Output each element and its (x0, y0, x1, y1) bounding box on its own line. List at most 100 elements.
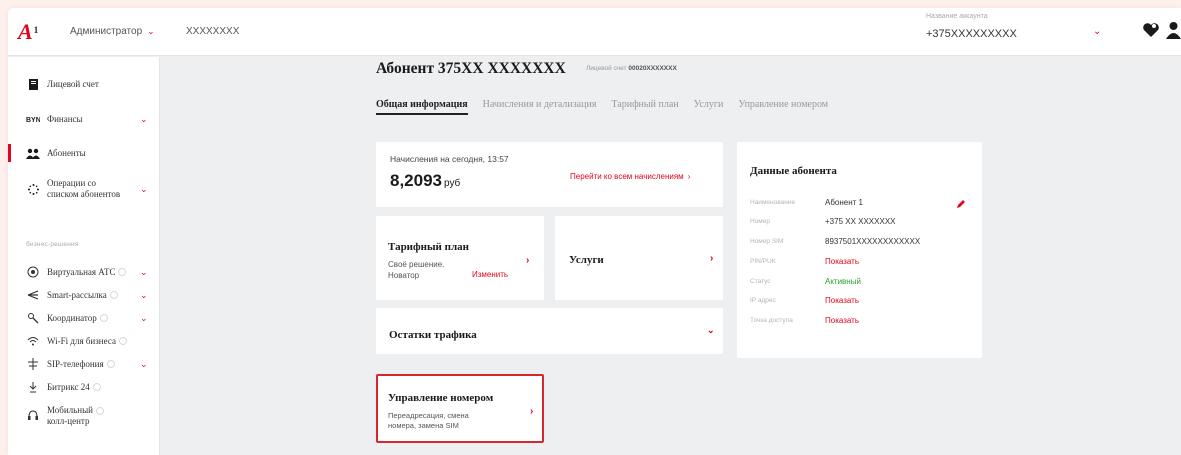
chevron-down-icon: ⌄ (140, 358, 148, 369)
sidebar-item-virtual-pbx[interactable]: Виртуальная АТС ⌄ (8, 265, 160, 279)
account-chevron-down-icon[interactable]: ⌄ (1093, 26, 1101, 37)
chevron-down-icon: ⌄ (147, 26, 155, 36)
tab-charges-details[interactable]: Начисления и детализация (483, 99, 597, 110)
chevron-right-icon: › (710, 253, 714, 264)
coordinator-icon (26, 311, 40, 325)
broadcast-icon (26, 288, 40, 302)
tab-general-info[interactable]: Общая информация (376, 99, 468, 115)
sidebar-item-bulk-operations[interactable]: Операции со списком абонентов ⌄ (8, 175, 160, 203)
traffic-balance-card[interactable]: Остатки трафика ⌄ (376, 308, 723, 354)
charges-card: Начисления на сегодня, 13:57 8,2093 руб П… (376, 142, 723, 207)
sidebar-item-subscribers[interactable]: Абоненты (8, 144, 160, 162)
chevron-down-icon: ⌄ (140, 312, 148, 323)
subscriber-row-apn: Точка доступа Показать (750, 316, 860, 325)
services-card[interactable]: Услуги › (555, 216, 723, 300)
info-icon[interactable] (95, 407, 104, 415)
number-management-desc: Переадресация, смена номера, замена SIM (388, 411, 469, 430)
tab-tariff-plan[interactable]: Тарифный план (611, 99, 678, 110)
tab-bar: Общая информация Начисления и детализаци… (376, 99, 843, 115)
number-management-card[interactable]: Управление номером Переадресация, смена н… (376, 374, 544, 443)
subscriber-row-number: Номер +375 XX XXXXXXX (750, 217, 896, 226)
sidebar-item-label: Мобильный колл-центр (47, 405, 93, 426)
sidebar-item-label: Финансы (47, 114, 83, 124)
info-icon[interactable] (99, 314, 108, 322)
info-icon[interactable] (118, 337, 127, 345)
account-name-label: Название аккаунта (926, 13, 988, 20)
number-management-title: Управление номером (388, 392, 494, 404)
show-pinpuk-link[interactable]: Показать (825, 257, 859, 266)
contract-number[interactable]: XXXXXXXX (186, 26, 239, 37)
subscriber-card-title: Данные абонента (750, 165, 837, 177)
subscriber-row-sim: Номер SIM 8937501XXXXXXXXXXXX (750, 237, 921, 246)
top-header: A1 Администратор ⌄ XXXXXXXX Название акка… (8, 8, 1181, 56)
change-tariff-link[interactable]: Изменить (472, 270, 508, 279)
finance-icon: BYN (26, 112, 40, 126)
tariff-plan-card[interactable]: Тарифный план Своё решение. Новатор Измен… (376, 216, 544, 300)
info-icon[interactable] (92, 383, 101, 391)
info-icon[interactable] (118, 268, 127, 276)
chevron-right-icon: › (530, 406, 534, 417)
sidebar-item-smart-broadcast[interactable]: Smart-рассылка ⌄ (8, 288, 160, 302)
chevron-down-icon: ⌄ (707, 325, 715, 335)
chevron-right-icon: › (687, 172, 691, 181)
chevron-down-icon: ⌄ (140, 183, 148, 194)
sidebar-item-mobile-call-center[interactable]: Мобильный колл-центр (8, 402, 160, 430)
role-dropdown[interactable]: Администратор ⌄ (70, 26, 155, 37)
charges-value: 8,2093 руб (390, 171, 461, 190)
sidebar-item-sip-telephony[interactable]: SIP-телефония ⌄ (8, 357, 160, 371)
heart-icon[interactable] (1142, 21, 1160, 39)
sip-icon (26, 357, 40, 371)
sidebar-item-coordinator[interactable]: Координатор ⌄ (8, 311, 160, 325)
chevron-down-icon: ⌄ (140, 266, 148, 277)
status-badge: Активный (825, 277, 861, 286)
svg-text:BYN: BYN (26, 117, 40, 123)
subscribers-icon (26, 146, 40, 160)
call-center-icon (26, 409, 40, 423)
sidebar-item-wifi-business[interactable]: Wi-Fi для бизнеса (8, 334, 160, 348)
personal-account-label: Лицевой счет 00020XXXXXXX (586, 65, 677, 72)
sidebar-item-label: Smart-рассылка (47, 290, 107, 300)
sidebar-item-bitrix24[interactable]: Битрикс 24 (8, 380, 160, 394)
subscriber-row-pinpuk: PIN/PUK Показать (750, 257, 860, 266)
account-icon (26, 77, 40, 91)
app-frame: A1 Администратор ⌄ XXXXXXXX Название акка… (8, 8, 1181, 455)
tab-services[interactable]: Услуги (694, 99, 724, 110)
tariff-name: Своё решение. Новатор (388, 260, 445, 280)
sidebar: Лицевой счет BYN Финансы ⌄ Абоненты Опер… (8, 57, 160, 455)
info-icon[interactable] (106, 360, 115, 368)
chevron-right-icon: › (526, 255, 530, 266)
traffic-card-title: Остатки трафика (389, 329, 477, 341)
chevron-down-icon: ⌄ (140, 289, 148, 300)
operations-icon (26, 182, 40, 196)
account-number[interactable]: +375XXXXXXXXX (926, 28, 1017, 40)
bitrix-icon (26, 380, 40, 394)
show-apn-link[interactable]: Показать (825, 316, 859, 325)
sidebar-item-label: Лицевой счет (47, 79, 99, 89)
chevron-down-icon: ⌄ (140, 113, 148, 124)
subscriber-row-status: Статус Активный (750, 277, 861, 286)
info-icon[interactable] (109, 291, 118, 299)
personal-account-value: 00020XXXXXXX (628, 65, 677, 72)
sidebar-item-personal-account[interactable]: Лицевой счет (8, 77, 160, 91)
show-ip-link[interactable]: Показать (825, 296, 859, 305)
all-charges-link[interactable]: Перейти ко всем начислениям › (570, 172, 690, 181)
tariff-card-title: Тарифный план (388, 241, 469, 253)
subscriber-row-ip: IP адрес Показать (750, 296, 860, 305)
sidebar-item-label: SIP-телефония (47, 359, 104, 369)
pbx-icon (26, 265, 40, 279)
wifi-icon (26, 334, 40, 348)
user-icon[interactable] (1166, 21, 1181, 39)
services-card-title: Услуги (569, 254, 604, 266)
currency-unit: руб (444, 178, 461, 189)
role-label: Администратор (70, 26, 143, 37)
sidebar-item-label: Координатор (47, 313, 97, 323)
brand-logo[interactable]: A1 (18, 21, 38, 43)
sidebar-item-label: Абоненты (47, 148, 86, 158)
sidebar-item-label: Битрикс 24 (47, 382, 90, 392)
sidebar-item-finance[interactable]: BYN Финансы ⌄ (8, 112, 160, 126)
subscriber-data-card: Данные абонента Наименование Абонент 1 Но… (737, 142, 982, 358)
page-title: Абонент 375XX XXXXXXX (376, 60, 566, 77)
sidebar-item-label: Виртуальная АТС (47, 267, 116, 277)
sidebar-item-label: Операции со списком абонентов (47, 178, 121, 199)
tab-number-management[interactable]: Управление номером (738, 99, 828, 110)
